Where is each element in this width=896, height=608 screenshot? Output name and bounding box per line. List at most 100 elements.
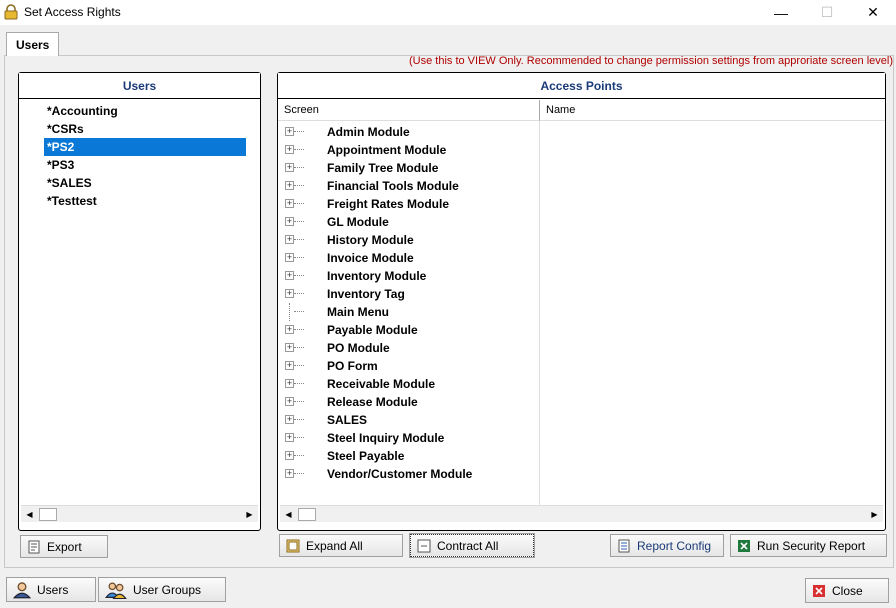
expand-plus-icon[interactable]: + (285, 145, 294, 154)
tree-connector (294, 311, 304, 312)
user-groups-button[interactable]: User Groups (98, 577, 226, 602)
access-hscrollbar[interactable]: ◀ ▶ (280, 505, 883, 522)
tree-row[interactable]: + Freight Rates Module (282, 195, 537, 213)
contract-icon (417, 539, 431, 552)
user-list-item[interactable]: *Testtest (44, 192, 97, 210)
access-points-panel: Access Points Screen Name + Admin Module +… (277, 72, 886, 531)
tab-users[interactable]: Users (6, 32, 59, 56)
module-label: History Module (327, 233, 414, 247)
tree-row[interactable]: + Receivable Module (282, 375, 537, 393)
column-divider (539, 121, 540, 507)
scroll-right-icon[interactable]: ▶ (866, 506, 883, 522)
users-hscrollbar[interactable]: ◀ ▶ (21, 505, 258, 522)
tree-row[interactable]: + Payable Module (282, 321, 537, 339)
tree-row[interactable]: + SALES (282, 411, 537, 429)
expand-all-button[interactable]: Expand All (279, 534, 403, 557)
expand-plus-icon[interactable]: + (285, 451, 294, 460)
module-label: SALES (327, 413, 368, 427)
module-label: Appointment Module (327, 143, 447, 157)
tree-row[interactable]: + Inventory Tag (282, 285, 537, 303)
expand-plus-icon[interactable]: + (285, 361, 294, 370)
expand-plus-icon[interactable]: + (285, 181, 294, 190)
user-groups-label: User Groups (133, 582, 202, 597)
tree-row[interactable]: + Invoice Module (282, 249, 537, 267)
expand-plus-icon[interactable]: + (285, 415, 294, 424)
excel-icon (738, 539, 750, 552)
module-label: PO Form (327, 359, 378, 373)
expand-plus-icon[interactable]: + (285, 469, 294, 478)
scroll-right-icon[interactable]: ▶ (241, 506, 258, 522)
expand-plus-icon[interactable]: + (285, 235, 294, 244)
tree-row[interactable]: + Vendor/Customer Module (282, 465, 537, 483)
module-label: Steel Payable (327, 449, 405, 463)
tree-row[interactable]: + PO Module (282, 339, 537, 357)
users-button[interactable]: Users (6, 577, 96, 602)
tree-row[interactable]: + Family Tree Module (282, 159, 537, 177)
tree-connector (294, 149, 304, 150)
tree-row[interactable]: + Steel Inquiry Module (282, 429, 537, 447)
tree-connector (294, 203, 304, 204)
expand-plus-icon[interactable]: + (285, 217, 294, 226)
close-window-button[interactable]: ✕ (850, 0, 896, 25)
minimize-button[interactable]: — (758, 0, 804, 25)
module-label: Payable Module (327, 323, 418, 337)
tree-row[interactable]: + Inventory Module (282, 267, 537, 285)
expand-plus-icon[interactable]: + (285, 289, 294, 298)
close-button[interactable]: Close (805, 578, 889, 603)
user-icon (13, 581, 31, 598)
tree-row[interactable]: + Steel Payable (282, 447, 537, 465)
expand-plus-icon[interactable]: + (285, 163, 294, 172)
expand-plus-icon[interactable]: + (285, 433, 294, 442)
tree-connector (294, 347, 304, 348)
tree-row[interactable]: + Financial Tools Module (282, 177, 537, 195)
tree-row[interactable]: + History Module (282, 231, 537, 249)
user-list-item[interactable]: *Accounting (44, 102, 118, 120)
expand-plus-icon[interactable]: + (285, 325, 294, 334)
title-bar: Set Access Rights — ☐ ✕ (0, 0, 896, 25)
expand-plus-icon[interactable]: + (285, 271, 294, 280)
user-list-item[interactable]: *PS3 (44, 156, 74, 174)
export-button[interactable]: Export (20, 535, 108, 558)
tree-row[interactable]: + Release Module (282, 393, 537, 411)
user-list-item[interactable]: *PS2 (44, 138, 246, 156)
run-security-report-label: Run Security Report (757, 538, 866, 553)
tree-row[interactable]: Main Menu (282, 303, 537, 321)
expand-plus-icon[interactable]: + (285, 127, 294, 136)
expand-plus-icon[interactable]: + (285, 379, 294, 388)
module-label: GL Module (327, 215, 389, 229)
expand-plus-icon[interactable]: + (285, 397, 294, 406)
tree-row[interactable]: + Admin Module (282, 123, 537, 141)
run-security-report-button[interactable]: Run Security Report (730, 534, 887, 557)
scroll-left-icon[interactable]: ◀ (280, 506, 297, 522)
tree-connector (294, 167, 304, 168)
module-label: Inventory Module (327, 269, 427, 283)
user-list-item[interactable]: *SALES (44, 174, 92, 192)
user-list-item[interactable]: *CSRs (44, 120, 84, 138)
tree-connector (294, 221, 304, 222)
column-header-name[interactable]: Name (540, 100, 885, 121)
tree-row[interactable]: + GL Module (282, 213, 537, 231)
tree-row[interactable]: + PO Form (282, 357, 537, 375)
scroll-left-icon[interactable]: ◀ (21, 506, 38, 522)
close-label: Close (832, 583, 863, 598)
expand-plus-icon[interactable]: + (285, 253, 294, 262)
module-label: Financial Tools Module (327, 179, 459, 193)
module-label: Steel Inquiry Module (327, 431, 445, 445)
tree-connector (294, 455, 304, 456)
column-header-screen[interactable]: Screen (278, 100, 540, 121)
expand-plus-icon[interactable]: + (285, 199, 294, 208)
expand-plus-icon[interactable]: + (285, 343, 294, 352)
scroll-thumb[interactable] (39, 508, 57, 521)
expand-icon (286, 539, 300, 552)
module-label: Admin Module (327, 125, 410, 139)
contract-all-button[interactable]: Contract All (409, 533, 535, 558)
tree-connector (294, 383, 304, 384)
users-panel: Users *Accounting *CSRs *PS2 *PS3 *SALES *Tes… (18, 72, 261, 531)
scroll-thumb[interactable] (298, 508, 316, 521)
tree-connector (294, 473, 304, 474)
maximize-button[interactable]: ☐ (804, 0, 850, 25)
users-button-label: Users (37, 582, 69, 597)
report-config-button[interactable]: Report Config (610, 534, 724, 557)
tree-row[interactable]: + Appointment Module (282, 141, 537, 159)
report-config-icon (618, 539, 630, 552)
